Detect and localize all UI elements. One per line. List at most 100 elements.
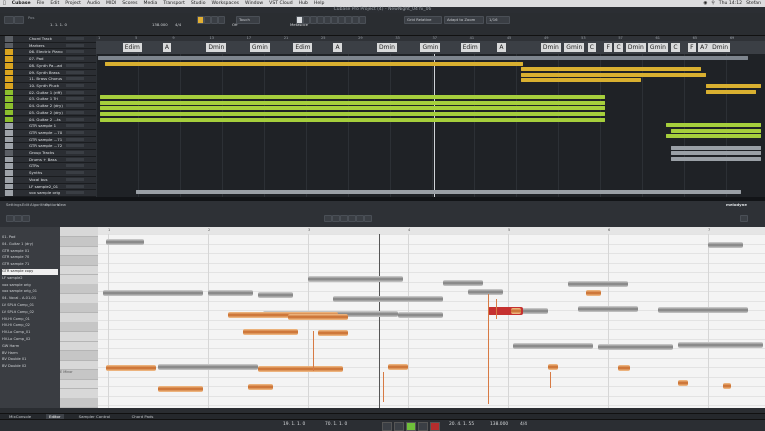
chord-event[interactable]: Dmin — [206, 43, 227, 52]
chord-event[interactable]: A7 — [698, 43, 711, 52]
track-controls[interactable] — [66, 117, 84, 121]
chord-event[interactable]: A — [333, 43, 342, 52]
menu-project[interactable]: Project — [65, 1, 81, 6]
audio-event[interactable] — [706, 84, 761, 88]
track-row[interactable]: LF sample2_01 — [4, 183, 96, 191]
chord-track-lane[interactable]: Edim A Dmin Gmin Edim A Dmin Gmin Edim A Dmin Gmin C… — [96, 41, 765, 54]
melodyne-menu-settings[interactable]: Settings — [6, 202, 22, 207]
audio-event[interactable] — [666, 134, 761, 139]
melodyne-main-tool-icon[interactable] — [6, 215, 14, 222]
chord-event[interactable]: Dmin — [540, 43, 561, 52]
melodyne-track-item[interactable]: GTR sample 01 — [2, 249, 58, 255]
chord-event[interactable]: Dmin — [625, 43, 646, 52]
audio-event[interactable] — [98, 56, 748, 60]
activate-project-button[interactable] — [4, 16, 14, 24]
audio-event[interactable] — [105, 61, 523, 66]
track-row[interactable]: 08. Synth Pa...ad — [4, 62, 96, 70]
track-row[interactable]: 05. Guitar 2 (dry) — [4, 109, 96, 117]
melodyne-track-item[interactable]: 04. Vocal - A-01-01 — [2, 296, 58, 302]
note-blob[interactable] — [318, 330, 348, 336]
track-controls[interactable] — [66, 191, 84, 195]
transport-tempo[interactable]: 138.000 — [490, 422, 508, 427]
melodyne-formant-tool-icon[interactable] — [348, 215, 356, 222]
melodyne-pitch-drift-tool-icon[interactable] — [332, 215, 340, 222]
note-blob[interactable] — [443, 280, 483, 286]
audio-event[interactable] — [671, 128, 761, 133]
track-controls[interactable] — [66, 63, 84, 67]
audio-event[interactable] — [521, 72, 706, 77]
chord-event[interactable]: Edim — [122, 43, 142, 52]
note-blob[interactable] — [388, 364, 408, 370]
track-row[interactable]: 04. Guitar 2 (dry) — [4, 103, 96, 110]
melodyne-track-item[interactable]: GTR sample copy — [2, 269, 58, 275]
note-blob[interactable] — [598, 344, 673, 350]
read-button[interactable] — [211, 16, 218, 24]
chord-event[interactable]: A — [162, 43, 171, 52]
track-row[interactable]: GTR sample ...71 — [4, 136, 96, 144]
search-icon[interactable]: ⚲ — [711, 1, 714, 6]
track-row[interactable]: Markers — [4, 42, 96, 50]
menu-midi[interactable]: MIDI — [106, 1, 116, 6]
melodyne-fade-tool-icon[interactable] — [356, 215, 364, 222]
melodyne-pitch-ruler[interactable]: E Minor — [60, 227, 99, 408]
range-tool-icon[interactable] — [303, 16, 310, 24]
note-blob[interactable] — [398, 312, 443, 318]
audio-event[interactable] — [100, 100, 605, 105]
note-blob[interactable] — [158, 364, 258, 370]
audio-event[interactable] — [100, 112, 605, 116]
track-controls[interactable] — [66, 144, 84, 148]
melodyne-track-item[interactable]: 01. Pad — [2, 235, 58, 241]
chord-event[interactable]: Dmin — [710, 43, 731, 52]
track-row[interactable]: 02. Guitar 1 (riff) — [4, 89, 96, 97]
track-row[interactable]: 07. Pad — [4, 56, 96, 63]
pitch-key[interactable] — [60, 275, 98, 285]
melodyne-track-item[interactable]: BV Harm — [2, 351, 58, 357]
pitch-key[interactable] — [60, 303, 98, 313]
erase-tool-icon[interactable] — [324, 16, 331, 24]
pitch-key[interactable] — [60, 360, 98, 370]
track-controls[interactable] — [66, 104, 84, 108]
menu-edit[interactable]: Edit — [50, 1, 59, 6]
melodyne-track-item[interactable]: vox sample orig_01 — [2, 289, 58, 295]
mute-button[interactable] — [204, 16, 211, 24]
arrangement-area[interactable] — [96, 54, 765, 197]
chord-event[interactable]: F — [688, 43, 696, 52]
track-row[interactable]: Chord Track — [4, 36, 96, 43]
menu-file[interactable]: File — [37, 1, 45, 6]
note-blob[interactable] — [513, 343, 593, 349]
note-blob[interactable] — [578, 306, 638, 312]
audio-event[interactable] — [521, 78, 641, 83]
menu-help[interactable]: Help — [314, 1, 324, 6]
track-row[interactable]: Synths — [4, 170, 96, 177]
track-controls[interactable] — [66, 83, 84, 87]
melodyne-pitch-modulation-tool-icon[interactable] — [324, 215, 332, 222]
melodyne-track-item[interactable]: GTR sample 71 — [2, 262, 58, 268]
toolbar-signature[interactable]: 4/4 — [175, 22, 181, 27]
note-blob[interactable] — [678, 380, 688, 386]
melodyne-track-item[interactable]: vox sample orig — [2, 283, 58, 289]
track-row[interactable]: vox sample orig — [4, 190, 96, 197]
transport-signature[interactable]: 4/4 — [520, 422, 527, 427]
audio-event[interactable] — [100, 117, 605, 122]
melodyne-track-item[interactable]: HV-Lo Comp_01 — [2, 330, 58, 336]
note-blob[interactable] — [258, 292, 293, 298]
chord-event[interactable]: C — [671, 43, 680, 52]
quantize-value-select[interactable]: 1/16 — [486, 16, 510, 24]
track-controls[interactable] — [66, 37, 84, 40]
melodyne-track-item[interactable]: HV-Hi Comp_01 — [2, 317, 58, 323]
note-blob[interactable] — [723, 383, 731, 389]
draw-tool-icon[interactable] — [345, 16, 352, 24]
transport-position[interactable]: 20. 4. 1. 55 — [449, 422, 474, 427]
quantize-preset-select[interactable]: Adapt to Zoom — [444, 16, 484, 24]
menu-scores[interactable]: Scores — [122, 1, 137, 6]
audio-event[interactable] — [666, 123, 761, 128]
note-blob[interactable] — [158, 386, 203, 392]
melodyne-menu-view[interactable]: View — [57, 202, 66, 207]
pitch-key[interactable] — [60, 246, 98, 256]
track-row[interactable]: Drums + Bass — [4, 156, 96, 164]
audio-event[interactable] — [671, 145, 761, 150]
pitch-key[interactable] — [60, 379, 98, 389]
menu-workspaces[interactable]: Workspaces — [212, 1, 240, 6]
audio-event[interactable] — [671, 156, 761, 161]
user-name[interactable]: Stefan — [746, 1, 761, 6]
